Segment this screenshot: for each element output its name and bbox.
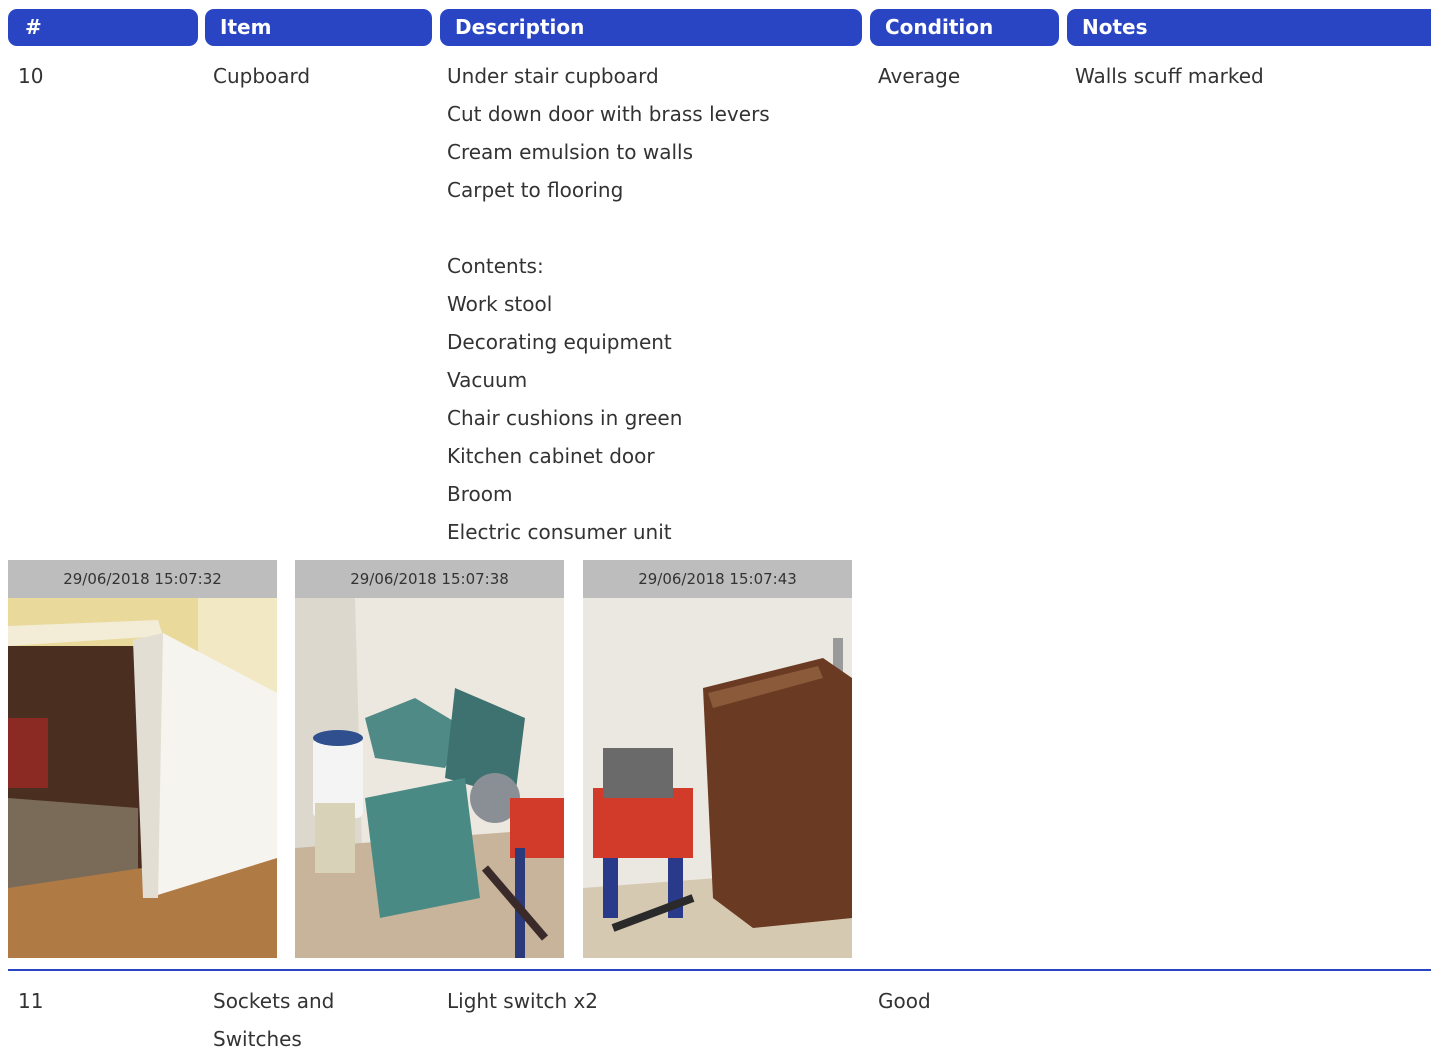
- cupboard-stool-photo: [583, 598, 852, 958]
- row-item: Cupboard: [213, 64, 311, 88]
- description-line: [447, 209, 862, 247]
- column-header-condition: Condition: [870, 9, 1059, 46]
- row-divider: [8, 969, 1431, 971]
- description-line: Cream emulsion to walls: [447, 140, 693, 164]
- cupboard-door-photo: [8, 598, 277, 958]
- column-header-description: Description: [440, 9, 862, 46]
- row-condition: Average: [878, 64, 961, 88]
- item-line: Sockets and: [213, 989, 335, 1013]
- column-header-notes: Notes: [1067, 9, 1431, 46]
- description-line: Carpet to flooring: [447, 178, 624, 202]
- row-description: Under stair cupboard Cut down door with …: [447, 57, 862, 551]
- photo-thumbnail[interactable]: 29/06/2018 15:07:32: [8, 560, 277, 958]
- row-notes: Walls scuff marked: [1075, 64, 1264, 88]
- description-line: Broom: [447, 482, 513, 506]
- photo-timestamp: 29/06/2018 15:07:43: [583, 560, 852, 598]
- description-line: Kitchen cabinet door: [447, 444, 655, 468]
- description-line: Contents:: [447, 254, 544, 278]
- photo-timestamp: 29/06/2018 15:07:32: [8, 560, 277, 598]
- description-line: Cut down door with brass levers: [447, 102, 770, 126]
- photo-timestamp: 29/06/2018 15:07:38: [295, 560, 564, 598]
- description-line: Chair cushions in green: [447, 406, 683, 430]
- photo-thumbnail[interactable]: 29/06/2018 15:07:43: [583, 560, 852, 958]
- item-line: Switches: [213, 1027, 302, 1051]
- description-line: Work stool: [447, 292, 553, 316]
- column-header-item: Item: [205, 9, 432, 46]
- cupboard-contents-photo: [295, 598, 564, 958]
- row-description: Light switch x2: [447, 989, 599, 1013]
- row-number: 10: [18, 64, 44, 88]
- description-line: Electric consumer unit: [447, 520, 672, 544]
- photo-thumbnail[interactable]: 29/06/2018 15:07:38: [295, 560, 564, 958]
- row-number: 11: [18, 989, 44, 1013]
- row-condition: Good: [878, 989, 931, 1013]
- column-header-number: #: [8, 9, 198, 46]
- description-line: Under stair cupboard: [447, 64, 659, 88]
- row-item: Sockets and Switches: [213, 982, 334, 1058]
- description-line: Decorating equipment: [447, 330, 672, 354]
- description-line: Vacuum: [447, 368, 528, 392]
